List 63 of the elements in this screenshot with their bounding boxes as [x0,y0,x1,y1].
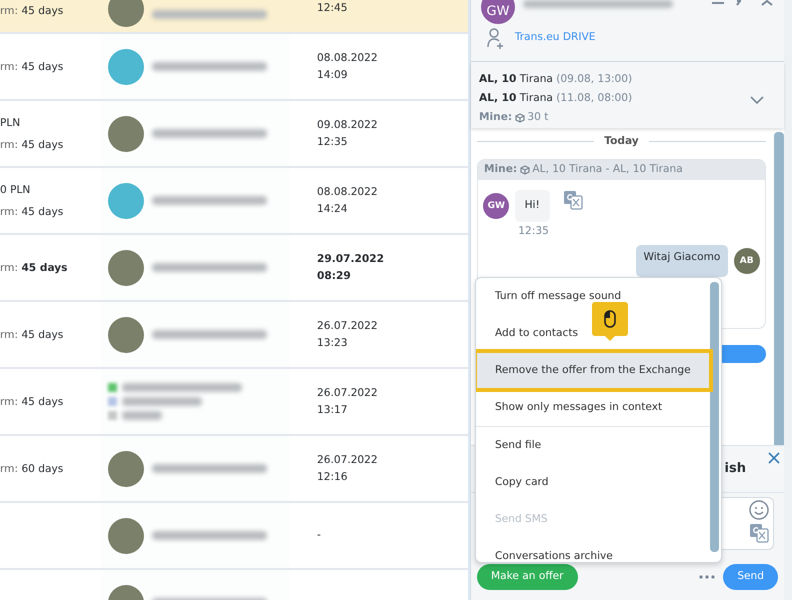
route-text: AL, 10 Tirana (09.08, 13:00) [479,72,632,87]
add-contact-icon[interactable] [486,26,504,49]
date-text: 08.08.2022 [317,184,378,200]
blurred-name [122,411,162,420]
message-bubble: Hi! [514,190,550,222]
payment-term-text: rm: 45 days [0,138,64,152]
avatar: GW [483,193,510,220]
time-text: 14:24 [317,202,349,216]
menu-item[interactable]: Send file [476,427,710,464]
time-text: 14:09 [317,68,349,82]
language-text: ish [724,460,746,478]
date-text: 08.08.2022 [317,50,378,66]
avatar: AB [734,248,760,274]
payment-term-text: rm: 45 days [0,60,64,74]
mine-label: Mine: [479,110,512,125]
time-text: 12:35 [317,134,349,150]
box-icon [514,112,525,122]
date-text: - [317,528,321,543]
date-text: 29.07.2022 [317,252,384,266]
box-icon [520,164,530,175]
translate-icon[interactable] [749,522,769,543]
time-text: 13:17 [317,402,349,418]
payment-term-text: rm: 45 days [0,204,64,220]
chevron-down-icon[interactable] [750,96,764,104]
close-icon[interactable] [760,0,774,6]
minimize-icon[interactable] [710,0,725,6]
time-text: 13:23 [317,336,349,350]
payment-term-text: rm: 45 days [0,394,64,410]
time-text: 12:16 [317,470,349,484]
avatar: GW [481,0,515,24]
price-text: 0 PLN [0,182,32,198]
scrollbar[interactable] [774,132,784,445]
time-text: 08:29 [317,268,352,284]
more-icon[interactable] [699,575,716,579]
mouse-icon [604,310,616,328]
payment-term-text: rm: 45 days [0,328,64,342]
date-text: 26.07.2022 [317,386,378,400]
route-text: AL, 10 Tirana (11.08, 08:00) [479,91,632,106]
menu-item[interactable]: Copy card [476,464,710,501]
scrollbar[interactable] [710,282,719,552]
context-label: Mine: [484,162,518,177]
payment-term-text: rm: 45 days [0,260,68,276]
menu-item[interactable]: Show only messages in context [476,389,710,426]
menu-item[interactable]: Turn off message sound [476,278,710,315]
cargo-weight: 30 t [527,110,548,125]
context-route: AL, 10 Tirana - AL, 10 Tirana [532,162,683,177]
message-bubble: Witaj Giacomo [636,245,728,278]
price-text: PLN [0,116,22,130]
emoji-icon[interactable] [749,500,769,520]
close-icon[interactable] [768,452,780,464]
menu-item[interactable]: Conversations archive [476,538,710,562]
date-text: 09.08.2022 [317,118,378,132]
day-divider: Today [604,134,639,149]
menu-item[interactable]: Add to contacts [476,315,710,352]
translate-icon[interactable] [563,190,584,210]
time-text: 12:45 [317,1,348,16]
message-time: 12:35 [518,224,550,240]
date-text: 26.07.2022 [317,318,378,334]
date-text: 26.07.2022 [317,452,378,468]
payment-term-text: rm: 45 days [0,4,64,19]
menu-item[interactable]: Remove the offer from the Exchange [476,352,710,389]
payment-term-text: rm: 60 days [0,462,64,476]
table-row-highlight[interactable]: rm: 45 days 12:45 [0,0,468,34]
